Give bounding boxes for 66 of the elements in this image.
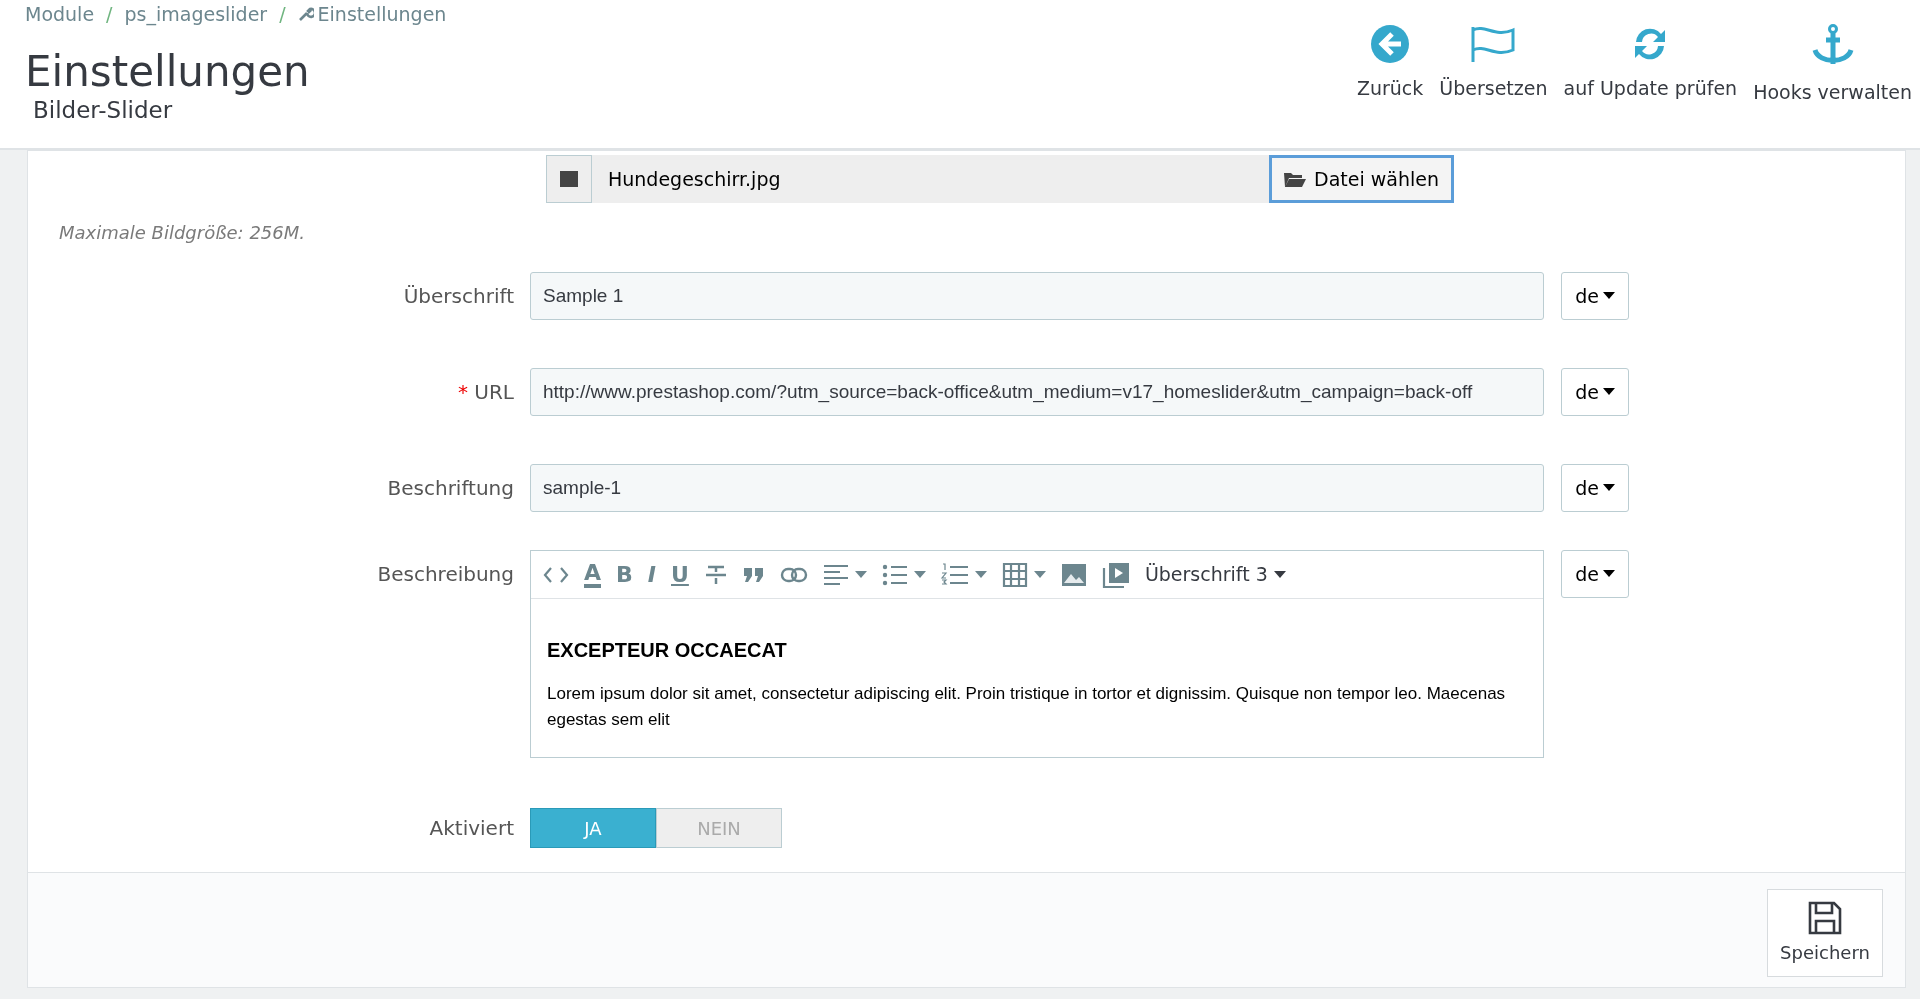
language-dropdown[interactable]: de xyxy=(1561,272,1629,320)
wrench-icon xyxy=(297,6,314,23)
editor-tool[interactable] xyxy=(1001,561,1046,588)
numbered-list-icon xyxy=(940,562,969,587)
caret-icon xyxy=(1602,292,1615,300)
caret-icon xyxy=(854,570,867,579)
editor-tool[interactable] xyxy=(779,566,808,583)
editor-tool[interactable] xyxy=(881,563,926,586)
language-dropdown[interactable]: de xyxy=(1561,550,1629,598)
save-button[interactable]: Speichern xyxy=(1767,889,1883,977)
breadcrumb-separator: / xyxy=(279,2,286,27)
quote-icon xyxy=(742,566,765,583)
language-dropdown[interactable]: de xyxy=(1561,464,1629,512)
choose-file-button[interactable]: Datei wählen xyxy=(1269,155,1454,203)
caret-icon xyxy=(1602,570,1615,578)
caret-icon xyxy=(1033,570,1046,579)
field-label: Überschrift xyxy=(402,283,515,310)
format-button[interactable]: U xyxy=(671,563,689,586)
field-label: Beschreibung xyxy=(376,561,515,588)
file-name-field[interactable]: Hundegeschirr.jpg xyxy=(592,155,1270,203)
page-title: Einstellungen xyxy=(25,50,311,93)
text-field[interactable]: sample-1 xyxy=(530,464,1544,512)
editor-tool[interactable] xyxy=(703,563,728,586)
breadcrumb-link[interactable]: Module xyxy=(25,0,95,29)
editor-tool[interactable] xyxy=(940,562,987,587)
field-label: Aktiviert xyxy=(428,815,515,842)
toolbar-button[interactable]: Übersetzen xyxy=(1431,24,1556,103)
caret-icon xyxy=(1602,388,1615,396)
file-icon xyxy=(560,171,578,187)
paragraph-style-dropdown[interactable]: Überschrift 3 xyxy=(1144,560,1286,589)
format-button[interactable]: B xyxy=(616,563,633,586)
table-icon xyxy=(1001,561,1028,588)
format-button[interactable]: I xyxy=(647,563,656,586)
content-heading: EXCEPTEUR OCCAECAT xyxy=(547,638,788,663)
flag-icon xyxy=(1470,24,1517,64)
image-icon xyxy=(1060,562,1087,587)
caret-icon xyxy=(974,570,987,579)
toolbar-button[interactable]: auf Update prüfen xyxy=(1555,24,1746,103)
text-field[interactable]: Sample 1 xyxy=(530,272,1544,320)
save-icon xyxy=(1808,900,1842,935)
editor-tool[interactable] xyxy=(742,566,765,583)
bullet-list-icon xyxy=(881,563,908,586)
caret-icon xyxy=(1273,570,1286,579)
caret-icon xyxy=(1602,484,1615,492)
breadcrumb-link[interactable]: Einstellungen xyxy=(297,0,447,29)
editor-tool[interactable] xyxy=(822,563,867,586)
breadcrumb-separator: / xyxy=(106,2,113,27)
format-button[interactable]: A xyxy=(584,561,602,588)
content-paragraph: Lorem ipsum dolor sit amet, consectetur adipiscing elit. Proin tristique in tortor et dignissim. Quisque non tempor leo. Maecenas egestas sem elit xyxy=(547,683,1507,731)
editor-tool[interactable] xyxy=(1060,562,1087,587)
caret-icon xyxy=(913,570,926,579)
editor-tool[interactable] xyxy=(1101,561,1130,588)
language-dropdown[interactable]: de xyxy=(1561,368,1629,416)
text-field[interactable]: http://www.prestashop.com/?utm_source=back-office&utm_medium=v17_homeslider&utm_campaign=back-off xyxy=(530,368,1544,416)
max-size-hint: Maximale Bildgröße: 256M. xyxy=(58,221,306,245)
field-label: Beschriftung xyxy=(386,475,515,502)
toolbar-button[interactable]: Hooks verwalten xyxy=(1745,24,1920,107)
align-left-icon xyxy=(822,563,849,586)
field-label: * URL xyxy=(456,379,515,406)
strikethrough-icon xyxy=(703,563,728,586)
link-icon xyxy=(779,566,808,583)
breadcrumb-link[interactable]: ps_imageslider xyxy=(124,0,268,29)
folder-icon xyxy=(1284,171,1307,187)
page-subtitle: Bilder-Slider xyxy=(33,95,174,125)
video-icon xyxy=(1101,561,1130,588)
toolbar-button[interactable]: Zurück xyxy=(1348,24,1432,103)
